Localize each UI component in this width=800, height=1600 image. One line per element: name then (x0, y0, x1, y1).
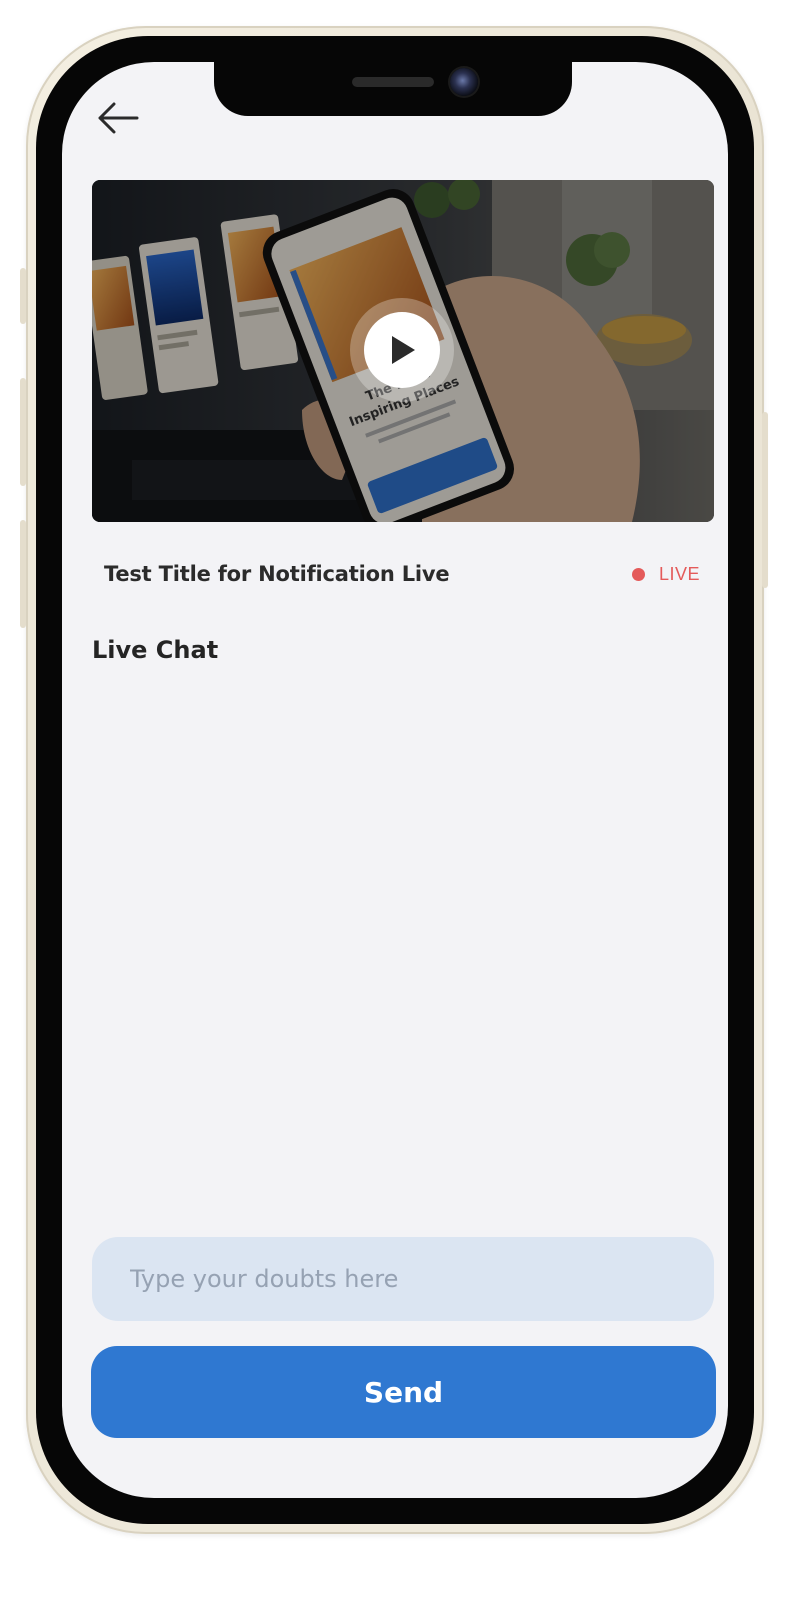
phone-side-button-volume-down (20, 520, 26, 628)
stream-title: Test Title for Notification Live (104, 562, 450, 586)
phone-side-button-volume-up (20, 378, 26, 486)
video-player[interactable]: The Most Inspiring Places (92, 180, 714, 522)
play-icon (392, 336, 415, 364)
chat-message-list (92, 682, 714, 1212)
live-status-label: LIVE (658, 563, 700, 584)
live-chat-heading: Live Chat (92, 636, 219, 664)
front-camera (450, 68, 478, 96)
phone-side-button-power (762, 412, 768, 588)
speaker-grille (352, 77, 434, 87)
back-button[interactable] (94, 98, 142, 138)
send-button[interactable]: Send (91, 1346, 716, 1438)
stream-info-row: Test Title for Notification Live LIVE (104, 556, 700, 592)
live-status-badge: LIVE (631, 563, 700, 585)
phone-side-button-mute (20, 268, 26, 324)
live-indicator-dot (631, 567, 645, 581)
doubt-input[interactable] (92, 1237, 714, 1321)
arrow-left-icon (98, 102, 139, 134)
play-button[interactable] (364, 312, 440, 388)
phone-notch (214, 62, 572, 116)
app-screen: The Most Inspiring Places Test Title for… (62, 62, 728, 1498)
